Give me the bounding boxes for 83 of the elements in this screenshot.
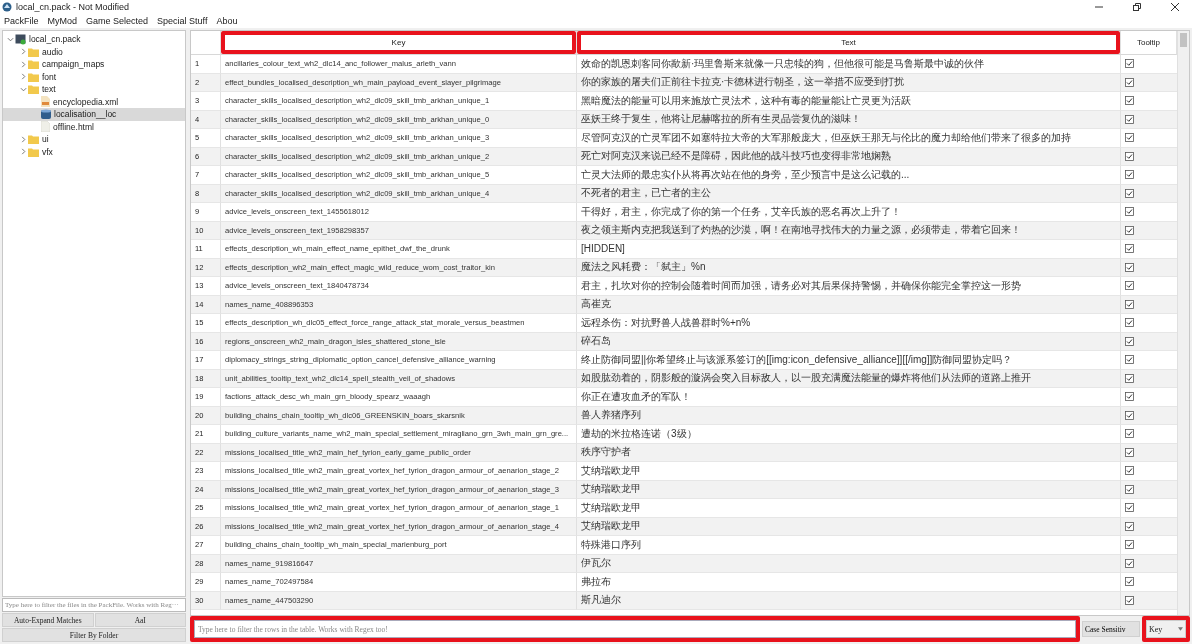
column-header[interactable]: Key (221, 31, 577, 55)
checkbox[interactable] (1125, 484, 1134, 494)
checkbox[interactable] (1125, 299, 1134, 309)
tree-item[interactable]: localisation__loc (3, 108, 185, 121)
scrollbar[interactable] (1177, 31, 1189, 615)
checkbox[interactable] (1125, 577, 1134, 587)
window-title: local_cn.pack - Not Modified (16, 2, 131, 12)
table-cell: 远程杀伤：对抗野兽人战兽群时%+n% (577, 314, 1121, 333)
checkbox[interactable] (1125, 114, 1134, 124)
column-header[interactable]: Text (577, 31, 1121, 55)
minimize-icon[interactable] (1095, 3, 1103, 11)
table-cell: 遭劫的米拉格连诺（3级） (577, 425, 1121, 444)
checkbox[interactable] (1125, 225, 1134, 235)
table-cell: 黑暗魔法的能量可以用来施放亡灵法术，这种有毒的能量能让亡灵更为活跃 (577, 92, 1121, 111)
checkbox[interactable] (1125, 392, 1134, 402)
checkbox[interactable] (1125, 373, 1134, 383)
folder-icon (28, 71, 39, 82)
tree-item[interactable]: vfx (3, 145, 185, 158)
chevron-down-icon[interactable] (7, 35, 14, 43)
menu-item[interactable]: Game Selected (86, 16, 149, 26)
menu-item[interactable]: PackFile (4, 16, 39, 26)
folder-icon (28, 146, 39, 157)
table-cell: 尽管阿克汉的亡灵军团不如塞特拉大帝的大军那般庞大，但巫妖王那无与伦比的魔力却给他们带来了很多的加持 (577, 129, 1121, 148)
table-cell: 弗拉布 (577, 573, 1121, 592)
checkbox[interactable] (1125, 521, 1134, 531)
restore-icon[interactable] (1133, 3, 1141, 11)
column-header[interactable]: Tooltip (1121, 31, 1177, 55)
table-cell: 亡灵大法师的最忠实仆从将再次站在他的身旁，至少预言中是这么记载的... (577, 166, 1121, 185)
checkbox[interactable] (1125, 503, 1134, 513)
table-cell: 干得好，君主，你完成了你的第一个任务，艾辛氏族的恶名再次上升了！ (577, 203, 1121, 222)
table-cell: 你正在遭攻血矛的军队！ (577, 388, 1121, 407)
checkbox[interactable] (1125, 59, 1134, 69)
checkbox[interactable] (1125, 244, 1134, 254)
folder-icon (28, 59, 39, 70)
checkbox[interactable] (1125, 96, 1134, 106)
table-cell: 艾纳瑞欧龙甲 (577, 462, 1121, 481)
tree-item[interactable]: font (3, 70, 185, 83)
tree-item[interactable]: offline.html (3, 120, 185, 133)
folder-icon (28, 84, 39, 95)
table-cell: 终止防御同盟||你希望终止与该派系签订的[[img:icon_defensive_alliance]][[/img]]防御同盟协定吗？ (577, 351, 1121, 370)
document-icon (41, 121, 50, 133)
menu-item[interactable]: Special Stuff (157, 16, 208, 26)
checkbox[interactable] (1125, 151, 1134, 161)
document-icon (41, 96, 50, 108)
checkbox[interactable] (1125, 410, 1134, 420)
checkbox[interactable] (1125, 355, 1134, 365)
table-cell: 效命的凯恩刺客同你歃新·玛里鲁斯来就像一只忠犊的狗，但他很可能是马鲁斯最中诚的伙伴 (577, 55, 1121, 74)
table-cell: 特殊港口序列 (577, 536, 1121, 555)
folder-icon (28, 134, 39, 145)
checkbox[interactable] (1125, 262, 1134, 272)
chevron-down-icon[interactable] (20, 85, 27, 93)
menu-item[interactable]: MyMod (47, 16, 78, 26)
package-icon (15, 33, 26, 45)
checkbox[interactable] (1125, 207, 1134, 217)
checkbox[interactable] (1125, 170, 1134, 180)
folder-icon (28, 46, 39, 57)
checkbox[interactable] (1125, 336, 1134, 346)
table-cell: 君主，扎坎对你的控制会随着时间而加强，请务必对其后果保持警惕，并确保你能完全掌控这一形势 (577, 277, 1121, 296)
tree-item[interactable]: encyclopedia.xml (3, 95, 185, 108)
checkbox[interactable] (1125, 466, 1134, 476)
close-icon[interactable] (1171, 3, 1179, 11)
checkbox[interactable] (1125, 281, 1134, 291)
checkbox[interactable] (1125, 188, 1134, 198)
checkbox[interactable] (1125, 429, 1134, 439)
checkbox[interactable] (1125, 77, 1134, 87)
tree-item[interactable]: local_cn.pack (3, 33, 185, 46)
checkbox[interactable] (1125, 558, 1134, 568)
tree-item[interactable]: ui (3, 133, 185, 146)
database-icon (41, 108, 51, 120)
column-select[interactable]: Key (1146, 620, 1186, 638)
tree-item[interactable]: audio (3, 45, 185, 58)
tree-item[interactable]: campaign_maps (3, 58, 185, 71)
table-cell: [HIDDEN] (577, 240, 1121, 259)
checkbox[interactable] (1125, 318, 1134, 328)
table-cell: 艾纳瑞欧龙甲 (577, 499, 1121, 518)
app-icon (2, 2, 12, 12)
tree-item[interactable]: text (3, 83, 185, 96)
menu-item[interactable]: Abou (216, 16, 238, 26)
checkbox[interactable] (1125, 133, 1134, 143)
checkbox[interactable] (1125, 595, 1134, 605)
checkbox[interactable] (1125, 447, 1134, 457)
caret-icon (1178, 627, 1183, 631)
checkbox[interactable] (1125, 540, 1134, 550)
